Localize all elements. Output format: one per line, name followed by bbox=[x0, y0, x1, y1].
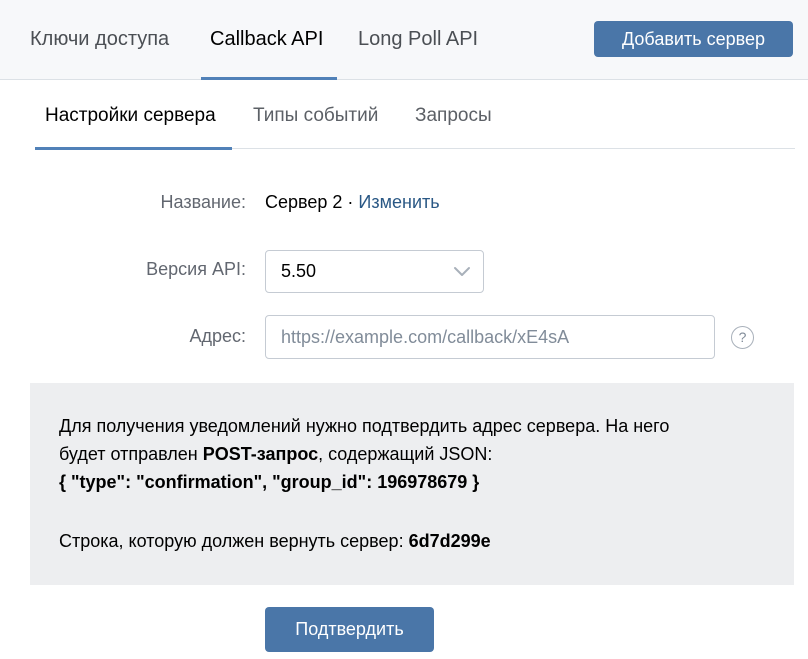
tab-requests[interactable]: Запросы bbox=[415, 105, 492, 127]
tab-event-types[interactable]: Типы событий bbox=[253, 105, 378, 127]
json-payload: { "type": "confirmation", "group_id": 19… bbox=[59, 472, 480, 492]
address-input[interactable] bbox=[265, 315, 715, 359]
add-server-button[interactable]: Добавить сервер bbox=[594, 21, 793, 57]
tab-long-poll-api[interactable]: Long Poll API bbox=[358, 28, 478, 50]
active-tab-indicator bbox=[201, 77, 337, 80]
info-line2-prefix: будет отправлен bbox=[59, 444, 203, 464]
chevron-down-icon bbox=[454, 267, 470, 276]
top-navigation: Ключи доступа Callback API Long Poll API… bbox=[0, 0, 808, 80]
api-version-value: 5.50 bbox=[281, 261, 317, 281]
response-prefix: Строка, которую должен вернуть сервер: bbox=[59, 531, 409, 551]
confirmation-json: { "type": "confirmation", "group_id": 19… bbox=[59, 471, 479, 493]
server-name-row: Сервер 2 · Изменить bbox=[265, 191, 440, 213]
tab-server-settings[interactable]: Настройки сервера bbox=[45, 105, 216, 127]
info-text-line-1: Для получения уведомлений нужно подтверд… bbox=[59, 416, 670, 436]
tab-access-keys[interactable]: Ключи доступа bbox=[30, 28, 169, 50]
active-subtab-indicator bbox=[35, 147, 232, 150]
address-label: Адрес: bbox=[189, 326, 246, 346]
response-string-line: Строка, которую должен вернуть сервер: 6… bbox=[59, 530, 491, 552]
server-name: Сервер 2 bbox=[265, 192, 343, 212]
help-icon[interactable]: ? bbox=[731, 326, 754, 349]
change-name-link[interactable]: Изменить bbox=[358, 192, 439, 212]
api-version-select[interactable]: 5.50 bbox=[265, 250, 484, 293]
name-label: Название: bbox=[160, 192, 246, 212]
post-request-text: POST-запрос bbox=[202, 444, 319, 464]
tab-callback-api[interactable]: Callback API bbox=[210, 28, 323, 50]
confirm-button[interactable]: Подтвердить bbox=[265, 607, 434, 652]
name-separator: · bbox=[342, 192, 359, 212]
confirmation-code: 6d7d299e bbox=[408, 531, 491, 551]
info-line2-suffix: , содержащий JSON: bbox=[318, 444, 493, 464]
confirmation-info-box: Для получения уведомлений нужно подтверд… bbox=[30, 383, 794, 585]
api-version-label: Версия API: bbox=[146, 259, 246, 279]
info-text-line-2: будет отправлен POST-запрос, содержащий … bbox=[59, 443, 492, 465]
